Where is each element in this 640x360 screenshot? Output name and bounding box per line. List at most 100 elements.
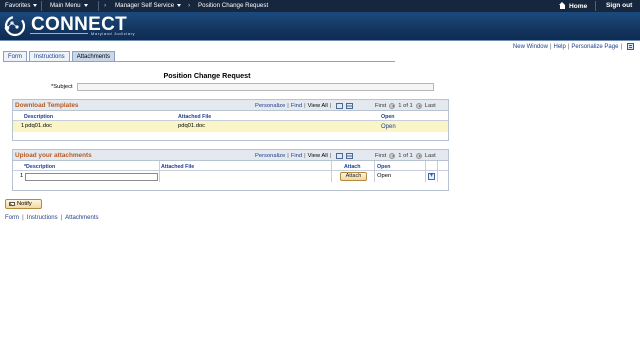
- next-row-icon[interactable]: [415, 152, 422, 159]
- grid-pagination: First 1 of 1 Last: [375, 152, 436, 159]
- download-spreadsheet-icon[interactable]: [346, 152, 354, 159]
- subject-field[interactable]: [77, 83, 434, 91]
- column-header-description: *Description: [24, 163, 56, 170]
- personalize-link[interactable]: Personalize: [255, 103, 285, 109]
- row-attached-file: pdq01.doc: [178, 123, 206, 129]
- favorites-chevron-down-icon: [33, 4, 38, 7]
- find-link[interactable]: Find: [291, 153, 302, 159]
- column-divider: [437, 171, 438, 182]
- breadcrumb-separator-icon: ›: [104, 1, 107, 9]
- home-icon: [559, 2, 566, 9]
- pagination-count: 1 of 1: [398, 102, 413, 109]
- first-link[interactable]: First: [375, 153, 386, 159]
- link-separator: |: [22, 215, 24, 221]
- link-separator: |: [287, 102, 289, 109]
- header-banner: CONNECT Maryland Judiciary: [0, 12, 640, 41]
- zoom-grid-icon[interactable]: [336, 102, 344, 109]
- grid-title: Upload your attachments: [15, 152, 92, 159]
- new-window-link[interactable]: New Window: [513, 44, 548, 50]
- connect-logo-icon: [4, 15, 26, 37]
- nav-divider: [98, 1, 99, 11]
- main-menu[interactable]: Main Menu: [50, 2, 88, 9]
- last-link[interactable]: Last: [425, 103, 436, 109]
- grid-tools: Personalize | Find | View All |: [255, 102, 354, 109]
- upload-attachments-grid: Upload your attachments Personalize | Fi…: [12, 149, 449, 191]
- column-divider: [425, 171, 426, 182]
- grid-tools: Personalize | Find | View All |: [255, 152, 354, 159]
- row-number: 1: [21, 123, 25, 129]
- previous-row-icon[interactable]: [389, 102, 396, 109]
- tab-form[interactable]: Form: [3, 51, 27, 61]
- column-divider: [159, 161, 160, 171]
- column-divider: [374, 161, 375, 171]
- column-header-open: Open: [381, 113, 395, 120]
- previous-row-icon[interactable]: [389, 152, 396, 159]
- link-separator: |: [304, 102, 306, 109]
- favorites-label: Favorites: [5, 2, 31, 9]
- page-title: Position Change Request: [163, 71, 251, 80]
- instructions-link[interactable]: Instructions: [27, 215, 58, 221]
- home-link[interactable]: Home: [559, 2, 587, 10]
- help-link[interactable]: Help: [554, 44, 566, 50]
- tab-underline: [3, 61, 395, 62]
- zoom-grid-icon[interactable]: [336, 152, 344, 159]
- nav-divider: [595, 1, 596, 11]
- last-link[interactable]: Last: [425, 153, 436, 159]
- column-header-row: *Description Attached File Attach Open: [13, 161, 448, 171]
- column-divider: [374, 171, 375, 182]
- first-link[interactable]: First: [375, 103, 386, 109]
- row-number: 1: [20, 173, 24, 179]
- sign-out-label: Sign out: [606, 2, 633, 9]
- find-link[interactable]: Find: [291, 103, 302, 109]
- link-separator: |: [549, 43, 552, 50]
- tab-attachments[interactable]: Attachments: [71, 51, 116, 61]
- view-all-link[interactable]: View All: [308, 103, 328, 109]
- main-menu-chevron-down-icon: [83, 4, 88, 7]
- column-header-open: Open: [377, 163, 391, 170]
- breadcrumb-manager-self-service[interactable]: Manager Self Service: [115, 2, 182, 9]
- breadcrumb-separator-icon: ›: [188, 1, 191, 9]
- add-row-button[interactable]: +: [428, 172, 435, 180]
- form-link[interactable]: Form: [5, 215, 19, 221]
- grid-header: Download Templates Personalize | Find | …: [13, 100, 448, 111]
- grid-pagination: First 1 of 1 Last: [375, 102, 436, 109]
- notify-button[interactable]: Notify: [5, 199, 42, 209]
- pagination-count: 1 of 1: [398, 152, 413, 159]
- open-file-link[interactable]: Open: [381, 124, 396, 130]
- view-all-link[interactable]: View All: [308, 153, 328, 159]
- grid-header: Upload your attachments Personalize | Fi…: [13, 150, 448, 161]
- link-separator: |: [287, 152, 289, 159]
- link-separator: |: [304, 152, 306, 159]
- breadcrumb-label: Manager Self Service: [115, 2, 175, 9]
- description-input[interactable]: [25, 172, 158, 181]
- personalize-link[interactable]: Personalize: [255, 153, 285, 159]
- download-spreadsheet-icon[interactable]: [346, 102, 354, 109]
- next-row-icon[interactable]: [415, 102, 422, 109]
- row-description: pdq01.doc: [25, 123, 53, 129]
- logo-subtitle: Maryland Judiciary: [91, 31, 136, 36]
- sign-out-link[interactable]: Sign out: [606, 2, 632, 9]
- personalize-page-link[interactable]: Personalize Page: [571, 44, 618, 50]
- attachments-link[interactable]: Attachments: [65, 215, 98, 221]
- column-divider: [331, 161, 332, 171]
- link-separator: |: [329, 152, 332, 159]
- breadcrumb-chevron-down-icon: [177, 4, 182, 7]
- attach-button[interactable]: Attach: [340, 172, 367, 181]
- column-header-row: Description Attached File Open: [13, 111, 448, 121]
- link-separator: |: [329, 102, 332, 109]
- column-divider: [425, 161, 426, 171]
- table-row: 1 Attach Open +: [13, 171, 448, 182]
- favorites-menu[interactable]: Favorites: [5, 2, 38, 9]
- table-row: 1 pdq01.doc pdq01.doc Open: [13, 121, 448, 132]
- bottom-tab-links: Form | Instructions | Attachments: [5, 215, 99, 221]
- notify-label: Notify: [17, 201, 32, 207]
- link-separator: |: [567, 43, 570, 50]
- tab-instructions[interactable]: Instructions: [29, 51, 70, 61]
- logo-underline: [30, 33, 88, 34]
- tab-bar: Form Instructions Attachments: [3, 51, 117, 61]
- download-templates-grid: Download Templates Personalize | Find | …: [12, 99, 449, 141]
- breadcrumb-current-label: Position Change Request: [198, 2, 269, 9]
- page-options-icon[interactable]: [627, 43, 634, 50]
- row-open: Open: [377, 173, 392, 179]
- utility-links: New Window | Help | Personalize Page |: [513, 43, 634, 50]
